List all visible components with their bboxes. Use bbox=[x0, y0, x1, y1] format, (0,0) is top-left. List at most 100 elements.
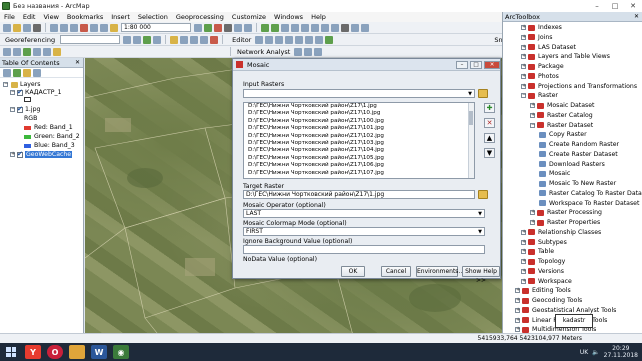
toc-layer-kadastr[interactable]: − КАДАСТР_1 bbox=[10, 88, 62, 96]
catalog-icon[interactable] bbox=[204, 23, 212, 32]
new-document-icon[interactable] bbox=[3, 23, 11, 32]
toolbox-item[interactable]: + Raster Properties bbox=[530, 219, 600, 226]
sketch-icon[interactable] bbox=[265, 35, 274, 44]
cut-icon[interactable] bbox=[50, 23, 58, 32]
expand-icon[interactable]: + bbox=[515, 288, 520, 294]
search-icon[interactable] bbox=[234, 23, 242, 32]
toolbox-item[interactable]: − Raster bbox=[521, 92, 558, 99]
measure-icon[interactable] bbox=[361, 23, 369, 32]
close-button[interactable]: ✕ bbox=[484, 60, 500, 69]
mosaic-operator-select[interactable]: LAST ▼ bbox=[243, 209, 485, 218]
yandex-browser-icon[interactable]: Y bbox=[25, 345, 41, 359]
colormap-mode-select[interactable]: FIRST ▼ bbox=[243, 227, 485, 236]
toolbox-item[interactable]: Mosaic To New Raster bbox=[539, 180, 616, 187]
expand-icon[interactable]: + bbox=[530, 112, 535, 118]
back-extent-icon[interactable] bbox=[321, 23, 329, 32]
expand-icon[interactable]: + bbox=[530, 210, 535, 216]
toolbox-item[interactable]: + Geostatistical Analyst Tools bbox=[515, 307, 616, 314]
toolbox-item[interactable]: + Editing Tools bbox=[515, 287, 571, 294]
list-item[interactable]: D:\ГЕС\Нижни Чортковский район\Z17\107.j… bbox=[244, 170, 474, 177]
split-icon[interactable] bbox=[285, 35, 294, 44]
reshape-icon[interactable] bbox=[275, 35, 284, 44]
forward-extent-icon[interactable] bbox=[331, 23, 339, 32]
menu-geoprocessing[interactable]: Geoprocessing bbox=[176, 13, 224, 21]
expand-icon[interactable]: + bbox=[521, 249, 526, 255]
rotate-icon[interactable] bbox=[123, 35, 132, 44]
delete-icon[interactable] bbox=[80, 23, 88, 32]
expand-icon[interactable]: + bbox=[521, 44, 526, 50]
menu-windows[interactable]: Windows bbox=[274, 13, 303, 21]
toolbox-item[interactable]: Copy Raster bbox=[539, 131, 587, 138]
list-item[interactable]: D:\ГЕС\Нижни Чортковский район\Z17\102.j… bbox=[244, 133, 474, 140]
toolbox-item[interactable]: + Package bbox=[521, 63, 564, 70]
list-by-visibility-icon[interactable] bbox=[23, 68, 31, 77]
edit-tool-icon[interactable] bbox=[255, 35, 264, 44]
expand-icon[interactable]: + bbox=[521, 25, 526, 30]
tool-d-icon[interactable] bbox=[33, 47, 41, 56]
menu-bookmarks[interactable]: Bookmarks bbox=[67, 13, 103, 21]
menu-selection[interactable]: Selection bbox=[138, 13, 168, 21]
minimize-button[interactable]: – bbox=[456, 60, 468, 69]
toolbox-item[interactable]: + Workspace bbox=[521, 278, 572, 285]
expand-icon[interactable]: + bbox=[515, 327, 520, 333]
toolbox-item[interactable]: + Table bbox=[521, 248, 554, 255]
sketch-properties-icon[interactable] bbox=[315, 35, 324, 44]
remove-icon[interactable]: ✕ bbox=[484, 118, 495, 128]
toolbox-item[interactable]: + Layers and Table Views bbox=[521, 53, 610, 60]
list-item[interactable]: D:\ГЕС\Нижни Чортковский район\Z17\104.j… bbox=[244, 147, 474, 154]
volume-icon[interactable]: 🔈 bbox=[592, 349, 599, 356]
expand-icon[interactable]: + bbox=[10, 152, 15, 157]
list-item[interactable]: D:\ГЕС\Нижни Чортковский район\Z17\106.j… bbox=[244, 162, 474, 169]
expand-icon[interactable]: + bbox=[515, 317, 520, 323]
maximize-button[interactable]: □ bbox=[606, 0, 624, 12]
target-raster-field[interactable]: D:\ГЕС\Нижни Чортковский район\Z17\1.jpg bbox=[243, 190, 475, 199]
toolbox-item[interactable]: + Raster Catalog bbox=[530, 112, 593, 119]
close-icon[interactable]: ✕ bbox=[75, 59, 80, 66]
add-control-points-icon[interactable] bbox=[143, 35, 152, 44]
list-item[interactable]: D:\ГЕС\Нижни Чортковский район\Z17\10.jp… bbox=[244, 110, 474, 117]
toolbox-item[interactable]: Create Random Raster bbox=[539, 141, 619, 148]
add-data-icon[interactable] bbox=[110, 23, 118, 32]
zoom-in-icon[interactable] bbox=[261, 23, 269, 32]
input-rasters-combo[interactable]: ▼ bbox=[243, 89, 475, 98]
expand-icon[interactable]: + bbox=[515, 307, 520, 313]
paste-icon[interactable] bbox=[70, 23, 78, 32]
toolbox-item[interactable]: + Photos bbox=[521, 73, 559, 80]
toolbox-item[interactable]: + Joins bbox=[521, 34, 552, 41]
tool-e-icon[interactable] bbox=[43, 47, 51, 56]
draw-icon[interactable] bbox=[170, 35, 179, 44]
clock[interactable]: 20:29 27.11.2018 bbox=[604, 345, 638, 359]
expand-icon[interactable]: + bbox=[530, 220, 535, 225]
list-item[interactable]: D:\ГЕС\Нижни Чортковский район\Z17\101.j… bbox=[244, 125, 474, 132]
grid-icon[interactable] bbox=[200, 35, 209, 44]
close-icon[interactable]: ✕ bbox=[634, 13, 639, 20]
ignore-bg-field[interactable] bbox=[243, 245, 485, 254]
redo-icon[interactable] bbox=[100, 23, 108, 32]
expand-icon[interactable]: + bbox=[521, 259, 526, 264]
pan-icon[interactable] bbox=[281, 23, 289, 32]
collapse-icon[interactable]: − bbox=[530, 122, 535, 128]
toolbox-item[interactable]: + Geocoding Tools bbox=[515, 297, 582, 304]
editor-label[interactable]: Editor bbox=[232, 36, 251, 44]
network-analyst-window-icon[interactable] bbox=[294, 47, 303, 56]
directions-icon[interactable] bbox=[314, 47, 323, 56]
editor-toolbar-icon[interactable] bbox=[194, 23, 202, 32]
layer-visibility-checkbox[interactable] bbox=[17, 88, 23, 96]
toolbox-item[interactable]: Raster Catalog To Raster Dataset bbox=[539, 190, 642, 197]
select-features-icon[interactable] bbox=[341, 23, 349, 32]
menu-help[interactable]: Help bbox=[311, 13, 326, 21]
environments-button[interactable]: Environments... bbox=[416, 266, 464, 277]
menu-edit[interactable]: Edit bbox=[23, 13, 36, 21]
identify-icon[interactable] bbox=[351, 23, 359, 32]
expand-icon[interactable]: + bbox=[521, 73, 526, 79]
ok-button[interactable]: OK bbox=[341, 266, 365, 277]
list-by-drawing-order-icon[interactable] bbox=[3, 68, 11, 77]
attributes-icon[interactable] bbox=[305, 35, 314, 44]
layout-icon[interactable] bbox=[190, 35, 199, 44]
move-down-icon[interactable]: ▼ bbox=[484, 148, 495, 158]
minimize-button[interactable]: – bbox=[588, 0, 606, 12]
show-help-button[interactable]: Show Help >> bbox=[462, 266, 500, 284]
link-table-icon[interactable] bbox=[153, 35, 162, 44]
zoom-out-icon[interactable] bbox=[271, 23, 279, 32]
toolbox-item[interactable]: − Raster Dataset bbox=[530, 122, 593, 129]
